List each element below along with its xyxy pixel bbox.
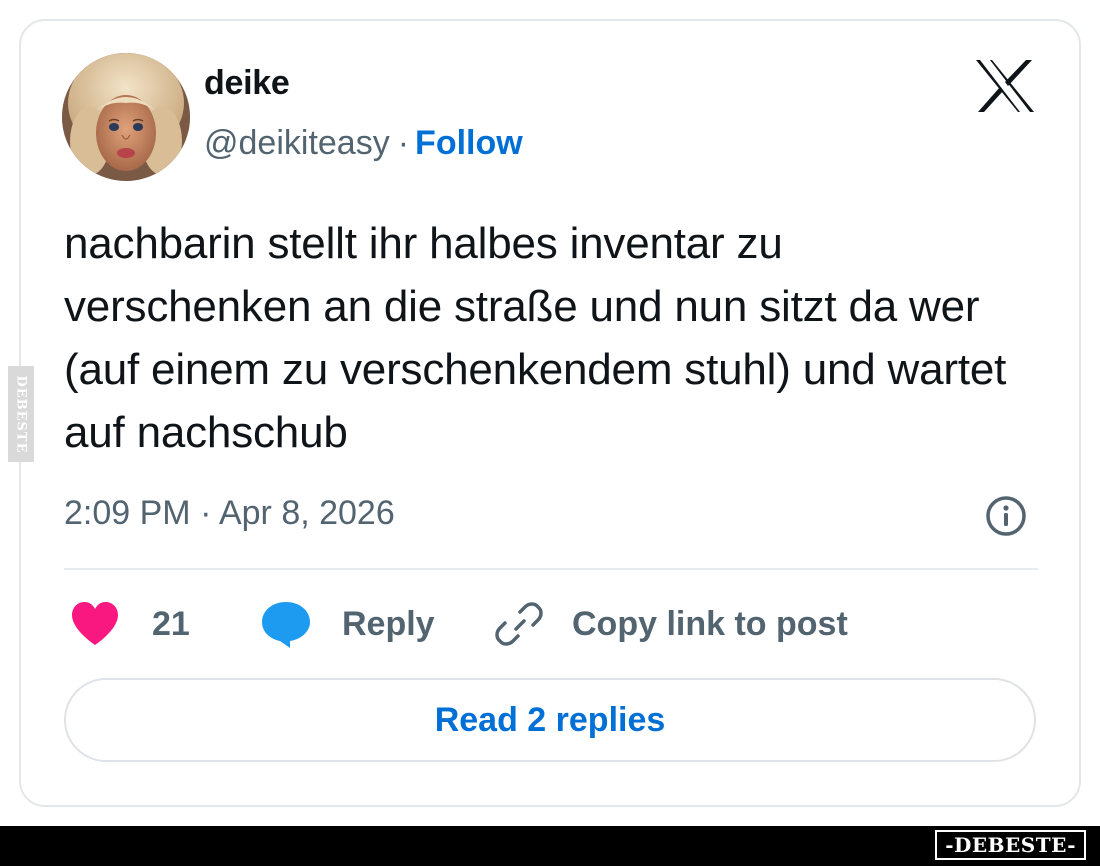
reply-label: Reply — [342, 604, 435, 643]
follow-button[interactable]: Follow — [415, 124, 523, 162]
like-count: 21 — [152, 604, 190, 643]
info-icon[interactable] — [984, 494, 1028, 538]
read-replies-button[interactable]: Read 2 replies — [64, 678, 1036, 762]
author-name[interactable]: deike — [204, 64, 290, 103]
tweet-actions: 21 Reply Copy link to post — [64, 596, 1024, 652]
avatar-image — [62, 53, 190, 181]
copy-link-label: Copy link to post — [572, 604, 848, 643]
side-watermark: DEBESTE — [8, 366, 34, 462]
avatar[interactable] — [62, 53, 190, 181]
speech-bubble-icon — [262, 602, 310, 648]
handle-separator: · — [397, 124, 410, 162]
copy-link-button[interactable]: Copy link to post — [494, 596, 848, 652]
tweet-timestamp[interactable]: 2:09 PM · Apr 8, 2026 — [64, 494, 395, 533]
like-button[interactable]: 21 — [70, 596, 190, 652]
page: deike @deikiteasy · Follow nachbarin stell… — [0, 0, 1100, 866]
link-icon — [495, 602, 543, 646]
brand-watermark: -DEBESTE- — [935, 830, 1086, 860]
reply-button[interactable]: Reply — [260, 596, 435, 652]
tweet-text: nachbarin stellt ihr halbes inventar zu … — [64, 219, 1007, 457]
x-logo-icon[interactable] — [974, 58, 1036, 114]
side-watermark-text: DEBESTE — [13, 374, 29, 454]
author-handle[interactable]: @deikiteasy — [204, 124, 390, 162]
heart-icon — [72, 602, 118, 645]
author-handle-row: @deikiteasy · Follow — [204, 124, 523, 163]
footer-bar: -DEBESTE- — [0, 826, 1100, 866]
divider — [64, 568, 1038, 570]
